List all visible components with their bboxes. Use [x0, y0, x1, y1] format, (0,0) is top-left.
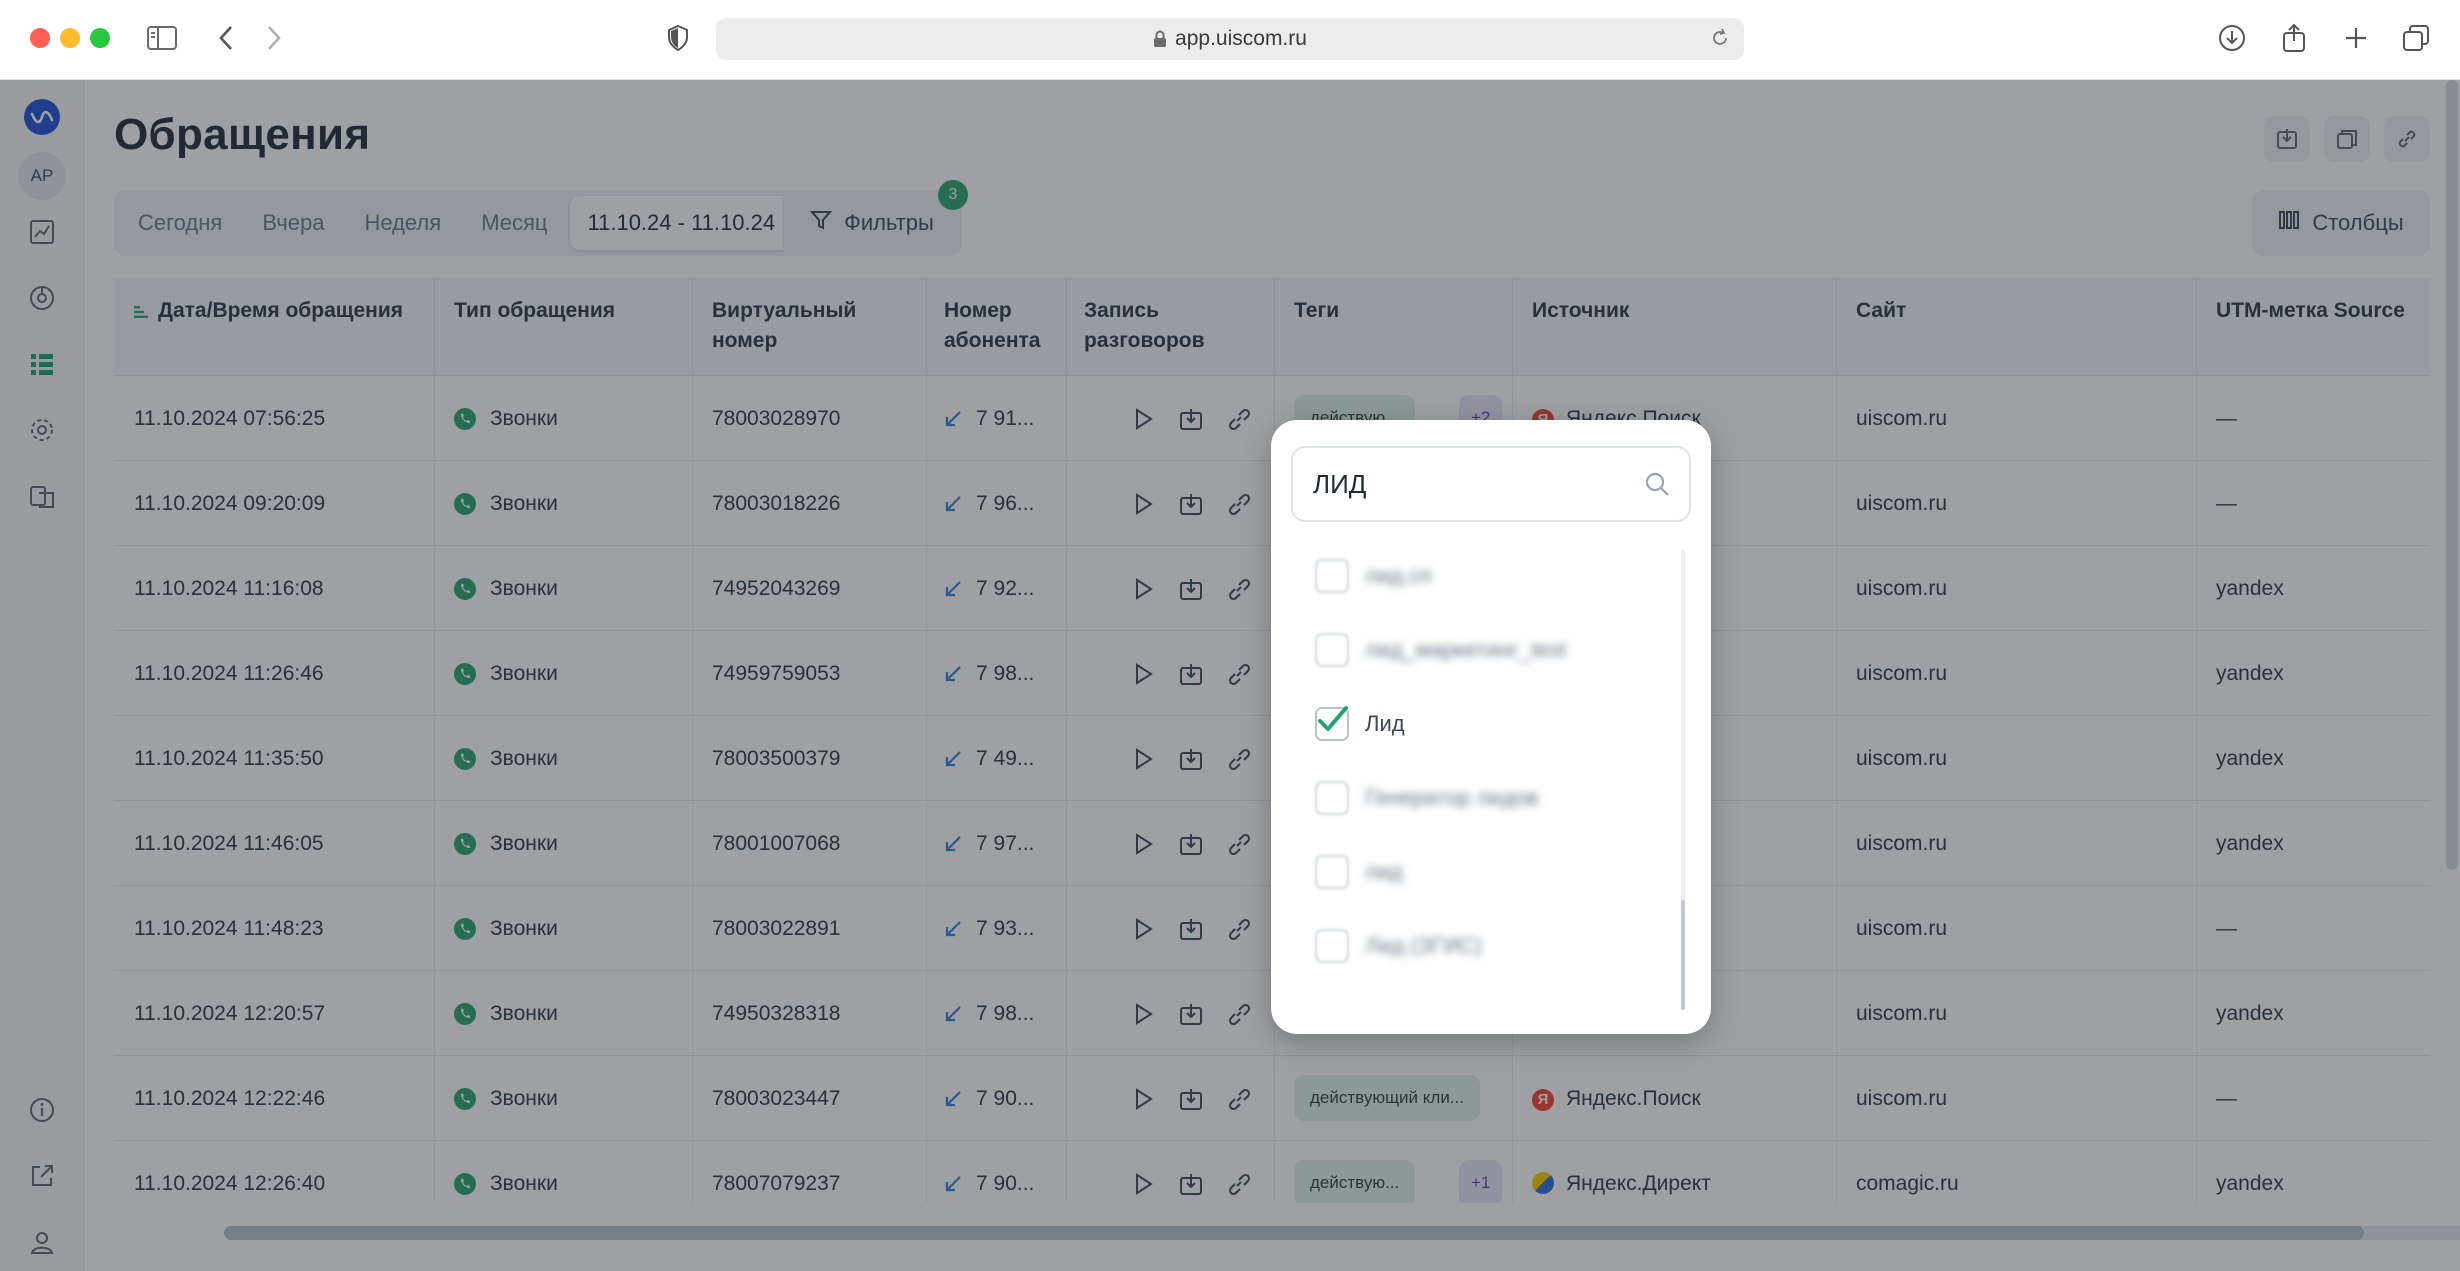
- tag-option-label: Лид: [1365, 711, 1405, 736]
- checkmark-icon: [1318, 706, 1348, 731]
- new-tab-icon[interactable]: [2338, 20, 2374, 56]
- checkbox[interactable]: [1315, 559, 1349, 593]
- checkbox[interactable]: [1315, 929, 1349, 963]
- modal-overlay[interactable]: [0, 80, 2460, 1271]
- popup-scrollbar-thumb[interactable]: [1681, 900, 1685, 1010]
- tag-options-list: лид.сп лид_маркетинг_test Лид Генератор лид…: [1291, 540, 1687, 1010]
- tag-option[interactable]: лид: [1315, 852, 1403, 892]
- back-icon[interactable]: [208, 20, 244, 56]
- tag-filter-popup: лид.сп лид_маркетинг_test Лид Генератор лид…: [1271, 420, 1711, 1034]
- maximize-window-button[interactable]: [90, 28, 110, 48]
- checkbox[interactable]: [1315, 781, 1349, 815]
- minimize-window-button[interactable]: [60, 28, 80, 48]
- tag-search-field[interactable]: [1291, 446, 1691, 522]
- tag-option[interactable]: Лид: [1315, 704, 1405, 744]
- tag-option-label: лид_маркетинг_test: [1365, 637, 1567, 662]
- tag-option[interactable]: Генератор лидов: [1315, 778, 1538, 818]
- tag-search-input[interactable]: [1313, 448, 1633, 520]
- address-url: app.uiscom.ru: [1175, 27, 1307, 50]
- share-icon[interactable]: [2276, 20, 2312, 56]
- tab-overview-icon[interactable]: [2398, 20, 2434, 56]
- search-icon[interactable]: [1643, 470, 1671, 503]
- checkbox[interactable]: [1315, 633, 1349, 667]
- tag-option-label: лид: [1365, 859, 1403, 884]
- tag-option-label: Генератор лидов: [1365, 785, 1539, 810]
- checkbox-checked[interactable]: [1315, 706, 1349, 741]
- sidebar-toggle-icon[interactable]: [144, 20, 180, 56]
- lock-icon: [1153, 30, 1167, 48]
- popup-scrollbar[interactable]: [1681, 550, 1685, 1010]
- tag-option[interactable]: лид_маркетинг_test: [1315, 630, 1566, 670]
- tag-option-label: лид.сп: [1365, 563, 1432, 588]
- browser-toolbar: app.uiscom.ru: [0, 0, 2460, 80]
- address-bar[interactable]: app.uiscom.ru: [716, 18, 1744, 60]
- tag-option[interactable]: лид.сп: [1315, 556, 1432, 596]
- tag-option-label: Лид (ЗГИС): [1365, 933, 1483, 958]
- close-window-button[interactable]: [30, 28, 50, 48]
- checkbox[interactable]: [1315, 855, 1349, 889]
- reload-icon[interactable]: [1710, 28, 1730, 54]
- privacy-shield-icon[interactable]: [660, 20, 696, 56]
- downloads-icon[interactable]: [2214, 20, 2250, 56]
- forward-icon[interactable]: [256, 20, 292, 56]
- tag-option[interactable]: Лид (ЗГИС): [1315, 926, 1482, 966]
